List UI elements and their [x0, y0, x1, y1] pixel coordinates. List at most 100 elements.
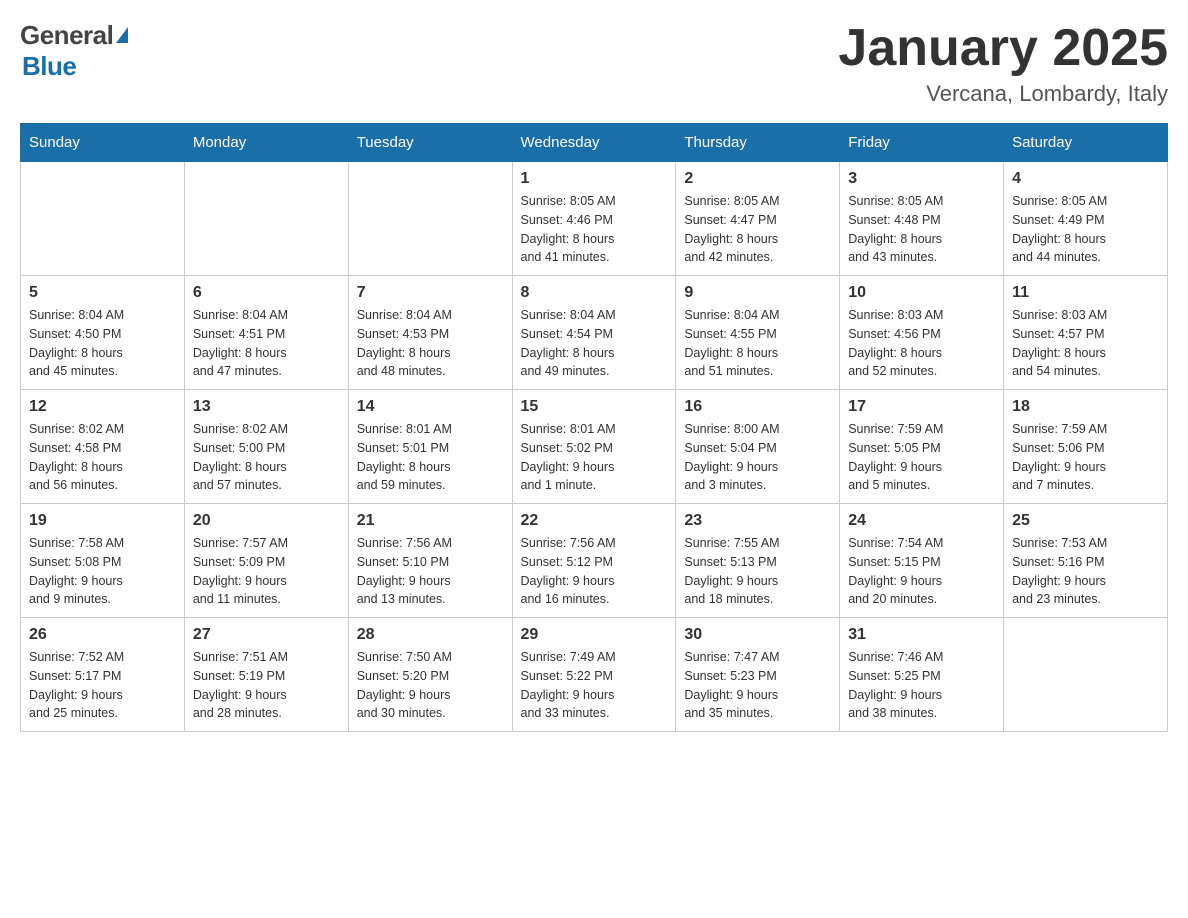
day-info: Sunrise: 8:05 AMSunset: 4:48 PMDaylight:… [848, 192, 995, 267]
day-number: 13 [193, 398, 340, 416]
calendar-table: SundayMondayTuesdayWednesdayThursdayFrid… [20, 123, 1168, 732]
day-info: Sunrise: 7:56 AMSunset: 5:12 PMDaylight:… [521, 534, 668, 609]
day-number: 22 [521, 512, 668, 530]
week-row-3: 12 Sunrise: 8:02 AMSunset: 4:58 PMDayligh… [21, 390, 1168, 504]
day-number: 29 [521, 626, 668, 644]
day-number: 31 [848, 626, 995, 644]
day-info: Sunrise: 7:50 AMSunset: 5:20 PMDaylight:… [357, 648, 504, 723]
day-number: 7 [357, 284, 504, 302]
day-number: 17 [848, 398, 995, 416]
title-area: January 2025 Vercana, Lombardy, Italy [838, 20, 1168, 107]
day-number: 24 [848, 512, 995, 530]
day-number: 14 [357, 398, 504, 416]
calendar-cell: 30 Sunrise: 7:47 AMSunset: 5:23 PMDayligh… [676, 618, 840, 732]
column-header-saturday: Saturday [1004, 124, 1168, 162]
day-info: Sunrise: 7:51 AMSunset: 5:19 PMDaylight:… [193, 648, 340, 723]
calendar-cell: 22 Sunrise: 7:56 AMSunset: 5:12 PMDayligh… [512, 504, 676, 618]
day-info: Sunrise: 8:04 AMSunset: 4:53 PMDaylight:… [357, 306, 504, 381]
day-info: Sunrise: 8:04 AMSunset: 4:51 PMDaylight:… [193, 306, 340, 381]
day-number: 26 [29, 626, 176, 644]
page-header: General Blue January 2025 Vercana, Lomba… [20, 20, 1168, 107]
calendar-cell: 1Sunrise: 8:05 AMSunset: 4:46 PMDaylight… [512, 162, 676, 276]
day-info: Sunrise: 8:02 AMSunset: 4:58 PMDaylight:… [29, 420, 176, 495]
day-info: Sunrise: 7:52 AMSunset: 5:17 PMDaylight:… [29, 648, 176, 723]
calendar-cell: 6 Sunrise: 8:04 AMSunset: 4:51 PMDaylight… [184, 276, 348, 390]
calendar-cell: 18Sunrise: 7:59 AMSunset: 5:06 PMDayligh… [1004, 390, 1168, 504]
column-header-thursday: Thursday [676, 124, 840, 162]
day-info: Sunrise: 7:58 AMSunset: 5:08 PMDaylight:… [29, 534, 176, 609]
day-info: Sunrise: 8:04 AMSunset: 4:50 PMDaylight:… [29, 306, 176, 381]
column-header-friday: Friday [840, 124, 1004, 162]
day-info: Sunrise: 7:56 AMSunset: 5:10 PMDaylight:… [357, 534, 504, 609]
calendar-cell: 4 Sunrise: 8:05 AMSunset: 4:49 PMDaylight… [1004, 162, 1168, 276]
day-number: 27 [193, 626, 340, 644]
week-row-1: 1Sunrise: 8:05 AMSunset: 4:46 PMDaylight… [21, 162, 1168, 276]
day-info: Sunrise: 8:03 AMSunset: 4:56 PMDaylight:… [848, 306, 995, 381]
calendar-cell: 10Sunrise: 8:03 AMSunset: 4:56 PMDayligh… [840, 276, 1004, 390]
calendar-cell [21, 162, 185, 276]
day-number: 8 [521, 284, 668, 302]
column-header-monday: Monday [184, 124, 348, 162]
calendar-cell: 28 Sunrise: 7:50 AMSunset: 5:20 PMDayligh… [348, 618, 512, 732]
page-subtitle: Vercana, Lombardy, Italy [838, 81, 1168, 107]
calendar-cell: 25 Sunrise: 7:53 AMSunset: 5:16 PMDayligh… [1004, 504, 1168, 618]
calendar-cell: 20 Sunrise: 7:57 AMSunset: 5:09 PMDayligh… [184, 504, 348, 618]
day-info: Sunrise: 8:05 AMSunset: 4:46 PMDaylight:… [521, 192, 668, 267]
day-info: Sunrise: 7:46 AMSunset: 5:25 PMDaylight:… [848, 648, 995, 723]
logo: General Blue [20, 20, 128, 82]
week-row-4: 19 Sunrise: 7:58 AMSunset: 5:08 PMDayligh… [21, 504, 1168, 618]
day-info: Sunrise: 8:03 AMSunset: 4:57 PMDaylight:… [1012, 306, 1159, 381]
calendar-cell: 11 Sunrise: 8:03 AMSunset: 4:57 PMDayligh… [1004, 276, 1168, 390]
day-info: Sunrise: 7:53 AMSunset: 5:16 PMDaylight:… [1012, 534, 1159, 609]
calendar-cell: 15 Sunrise: 8:01 AMSunset: 5:02 PMDayligh… [512, 390, 676, 504]
day-info: Sunrise: 7:47 AMSunset: 5:23 PMDaylight:… [684, 648, 831, 723]
day-number: 4 [1012, 170, 1159, 188]
day-number: 16 [684, 398, 831, 416]
day-number: 23 [684, 512, 831, 530]
calendar-cell [348, 162, 512, 276]
day-info: Sunrise: 8:01 AMSunset: 5:01 PMDaylight:… [357, 420, 504, 495]
day-info: Sunrise: 7:59 AMSunset: 5:06 PMDaylight:… [1012, 420, 1159, 495]
calendar-cell: 2Sunrise: 8:05 AMSunset: 4:47 PMDaylight… [676, 162, 840, 276]
calendar-cell: 13 Sunrise: 8:02 AMSunset: 5:00 PMDayligh… [184, 390, 348, 504]
day-number: 28 [357, 626, 504, 644]
day-info: Sunrise: 8:02 AMSunset: 5:00 PMDaylight:… [193, 420, 340, 495]
day-info: Sunrise: 7:55 AMSunset: 5:13 PMDaylight:… [684, 534, 831, 609]
day-info: Sunrise: 8:01 AMSunset: 5:02 PMDaylight:… [521, 420, 668, 495]
day-number: 19 [29, 512, 176, 530]
calendar-cell: 24Sunrise: 7:54 AMSunset: 5:15 PMDayligh… [840, 504, 1004, 618]
day-info: Sunrise: 7:59 AMSunset: 5:05 PMDaylight:… [848, 420, 995, 495]
column-header-sunday: Sunday [21, 124, 185, 162]
day-info: Sunrise: 7:49 AMSunset: 5:22 PMDaylight:… [521, 648, 668, 723]
day-number: 15 [521, 398, 668, 416]
calendar-cell: 23 Sunrise: 7:55 AMSunset: 5:13 PMDayligh… [676, 504, 840, 618]
calendar-cell: 7 Sunrise: 8:04 AMSunset: 4:53 PMDaylight… [348, 276, 512, 390]
calendar-cell: 19 Sunrise: 7:58 AMSunset: 5:08 PMDayligh… [21, 504, 185, 618]
day-number: 30 [684, 626, 831, 644]
calendar-cell [184, 162, 348, 276]
calendar-cell: 14 Sunrise: 8:01 AMSunset: 5:01 PMDayligh… [348, 390, 512, 504]
calendar-cell: 31 Sunrise: 7:46 AMSunset: 5:25 PMDayligh… [840, 618, 1004, 732]
calendar-cell: 12 Sunrise: 8:02 AMSunset: 4:58 PMDayligh… [21, 390, 185, 504]
calendar-cell: 29 Sunrise: 7:49 AMSunset: 5:22 PMDayligh… [512, 618, 676, 732]
calendar-cell: 3Sunrise: 8:05 AMSunset: 4:48 PMDaylight… [840, 162, 1004, 276]
day-number: 6 [193, 284, 340, 302]
day-number: 5 [29, 284, 176, 302]
logo-general: General [20, 20, 113, 51]
calendar-cell: 8 Sunrise: 8:04 AMSunset: 4:54 PMDaylight… [512, 276, 676, 390]
day-info: Sunrise: 8:04 AMSunset: 4:55 PMDaylight:… [684, 306, 831, 381]
page-title: January 2025 [838, 20, 1168, 77]
day-number: 20 [193, 512, 340, 530]
header-row: SundayMondayTuesdayWednesdayThursdayFrid… [21, 124, 1168, 162]
day-info: Sunrise: 8:04 AMSunset: 4:54 PMDaylight:… [521, 306, 668, 381]
day-info: Sunrise: 7:57 AMSunset: 5:09 PMDaylight:… [193, 534, 340, 609]
calendar-cell: 9 Sunrise: 8:04 AMSunset: 4:55 PMDaylight… [676, 276, 840, 390]
column-header-wednesday: Wednesday [512, 124, 676, 162]
week-row-2: 5 Sunrise: 8:04 AMSunset: 4:50 PMDaylight… [21, 276, 1168, 390]
logo-blue: Blue [22, 51, 76, 81]
day-number: 25 [1012, 512, 1159, 530]
day-info: Sunrise: 8:05 AMSunset: 4:49 PMDaylight:… [1012, 192, 1159, 267]
day-number: 9 [684, 284, 831, 302]
day-number: 11 [1012, 284, 1159, 302]
day-number: 12 [29, 398, 176, 416]
